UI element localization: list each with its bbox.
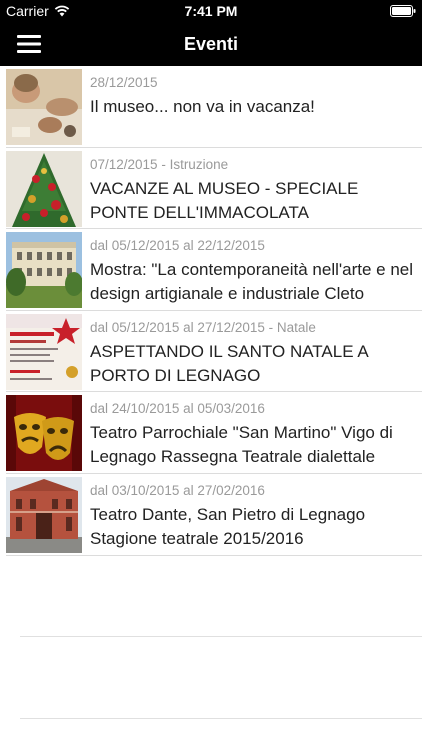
event-date: dal 05/12/2015 al 27/12/2015 - Natale (90, 319, 316, 335)
event-date: 07/12/2015 - Istruzione (90, 156, 229, 172)
theatre-masks-photo-icon (6, 395, 82, 472)
event-date: dal 03/10/2015 al 27/02/2016 (90, 482, 265, 498)
page-title: Eventi (183, 34, 239, 54)
navigation-bar: Eventi (0, 22, 422, 66)
empty-list-row (0, 637, 422, 719)
theatre-building-photo-icon (6, 476, 82, 553)
event-row[interactable]: dal 05/12/2015 al 22/12/2015 Mostra: "La… (0, 229, 422, 311)
event-thumbnail (6, 395, 82, 472)
event-date: dal 05/12/2015 al 22/12/2015 (90, 238, 265, 254)
event-title: VACANZE AL MUSEO - SPECIALE PONTE DELL'I… (90, 178, 359, 222)
villa-building-photo-icon (6, 232, 82, 309)
menu-button[interactable] (14, 31, 44, 57)
event-title: Teatro Parrochiale "San Martino" Vigo di… (90, 423, 393, 467)
christmas-flyer-photo-icon (6, 313, 82, 390)
event-row[interactable]: 28/12/2015 Il museo... non va in vacanza… (0, 66, 422, 148)
event-title: ASPETTANDO IL SANTO NATALE A PORTO DI LE… (90, 341, 368, 385)
event-title: Mostra: "La contemporaneità nell'arte e … (90, 260, 414, 304)
battery-icon (390, 5, 416, 17)
event-list: 28/12/2015 Il museo... non va in vacanza… (0, 66, 422, 719)
hamburger-menu-icon (17, 35, 41, 53)
christmas-tree-photo-icon (6, 150, 82, 227)
event-date: 28/12/2015 (90, 75, 158, 90)
event-row[interactable]: 07/12/2015 - Istruzione VACANZE AL MUSEO… (0, 148, 422, 230)
event-row[interactable]: dal 24/10/2015 al 05/03/2016 Teatro Parr… (0, 392, 422, 474)
event-thumbnail (6, 69, 82, 145)
children-crafts-photo-icon (6, 69, 82, 145)
event-title: Il museo... non va in vacanza! (90, 97, 315, 116)
event-title: Teatro Dante, San Pietro di Legnago Stag… (90, 504, 366, 548)
event-row[interactable]: dal 05/12/2015 al 27/12/2015 - Natale AS… (0, 311, 422, 393)
event-thumbnail (6, 232, 82, 309)
status-bar: Carrier 7:41 PM (0, 0, 422, 22)
event-row[interactable]: dal 03/10/2015 al 27/02/2016 Teatro Dant… (0, 474, 422, 556)
app-screen: Carrier 7:41 PM Eventi 28/12/2015 Il mus… (0, 0, 422, 750)
event-thumbnail (6, 476, 82, 553)
empty-list-row (0, 556, 422, 638)
status-time: 7:41 PM (184, 3, 238, 19)
event-date: dal 24/10/2015 al 05/03/2016 (90, 401, 265, 417)
event-thumbnail (6, 313, 82, 390)
event-thumbnail (6, 150, 82, 227)
